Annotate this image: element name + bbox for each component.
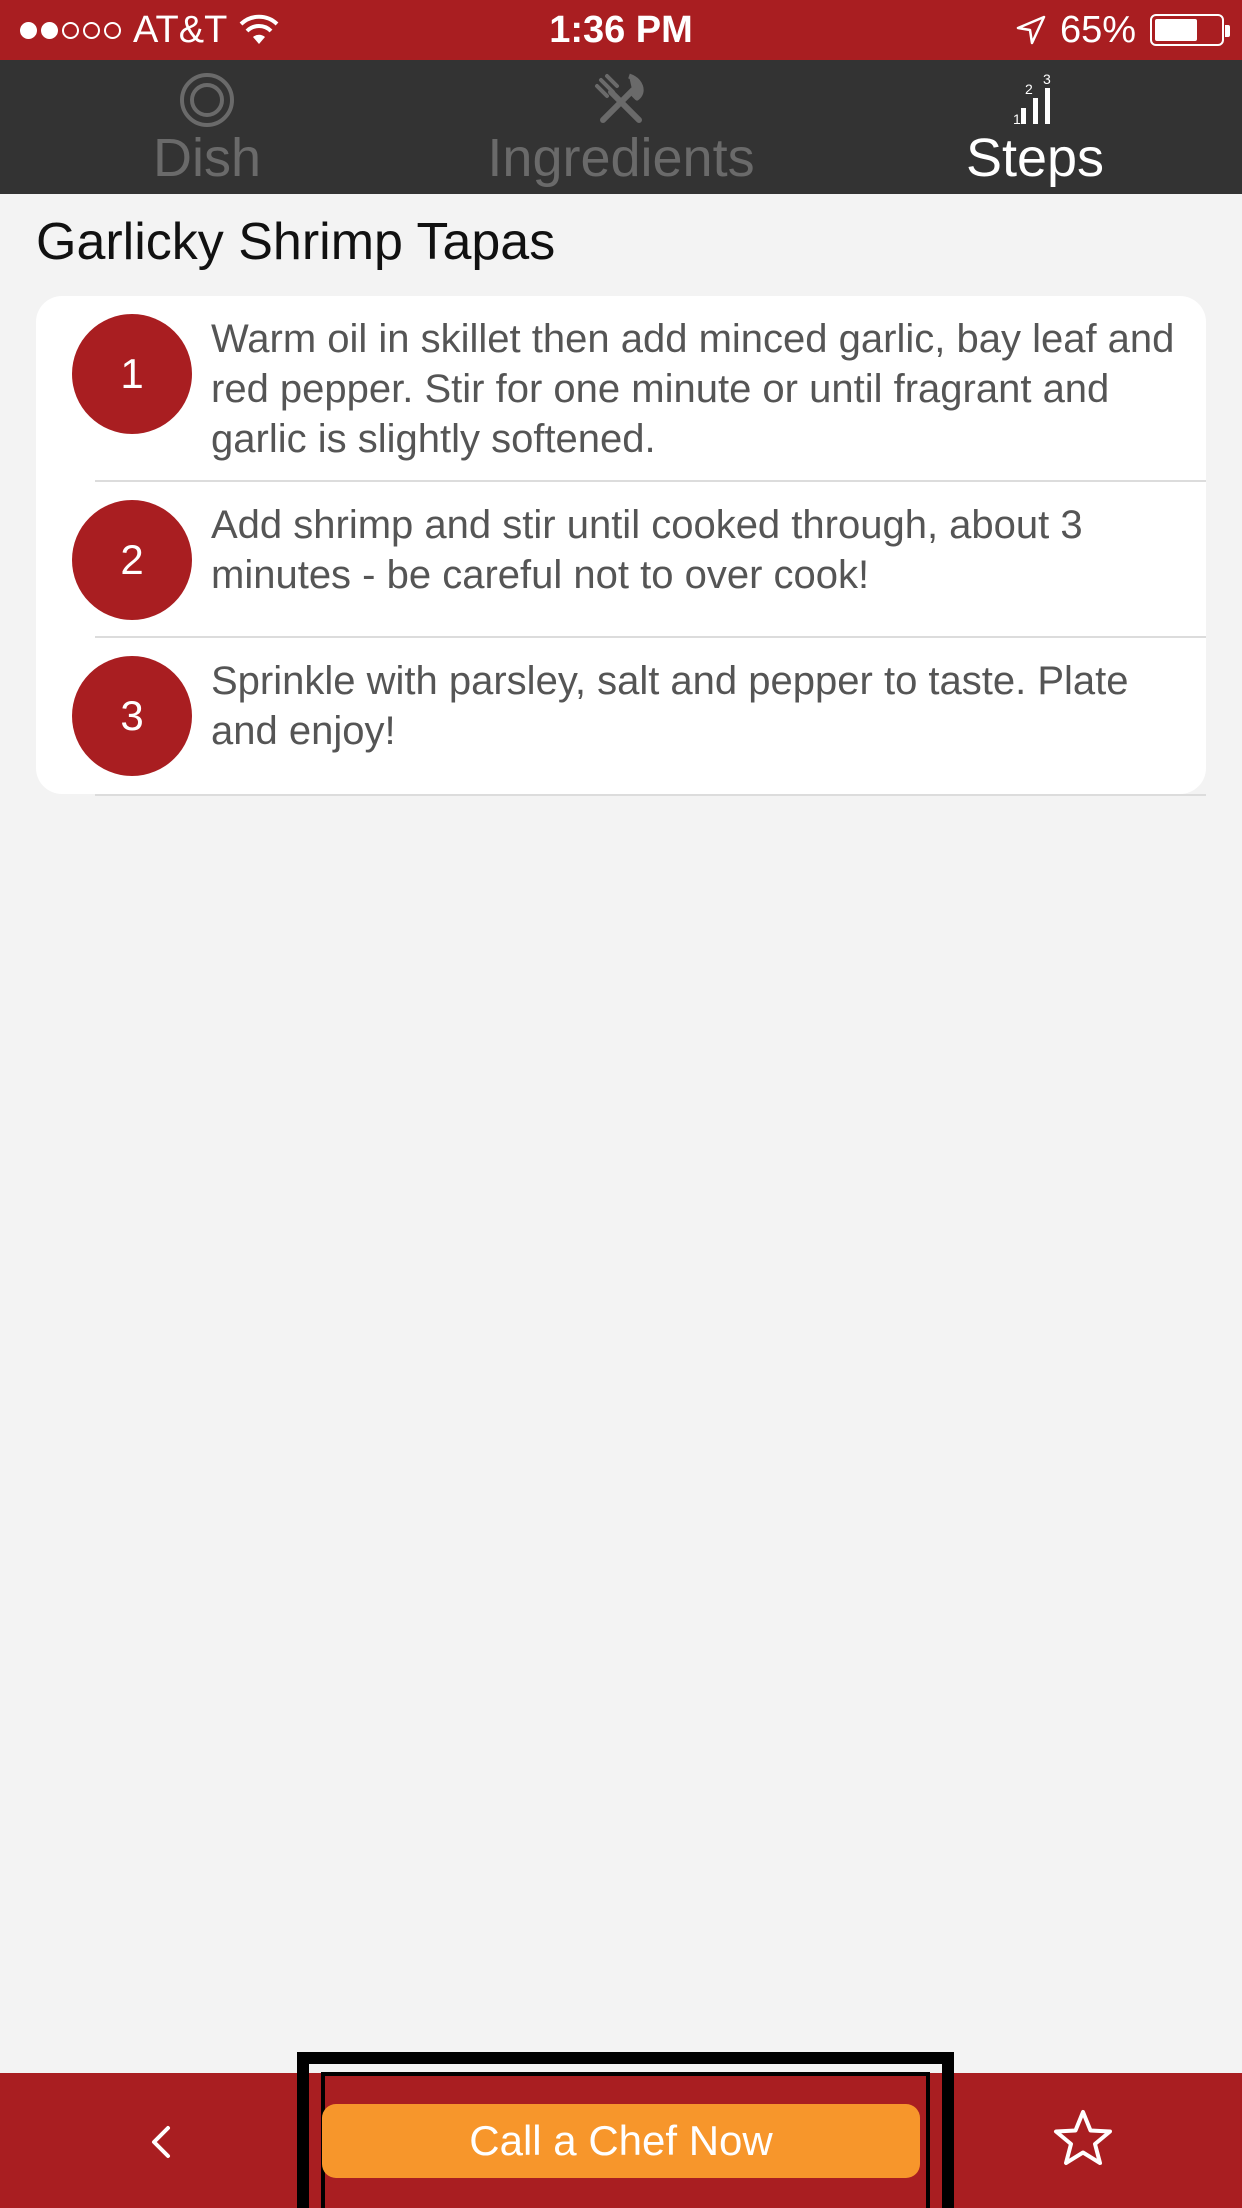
back-button[interactable]	[130, 2110, 194, 2174]
favorite-button[interactable]	[1052, 2108, 1114, 2170]
step-text: Warm oil in skillet then add minced garl…	[211, 317, 1175, 461]
step-number-badge: 1	[72, 314, 192, 434]
steps-icon-digit-2: 2	[1025, 81, 1033, 97]
step-text: Sprinkle with parsley, salt and pepper t…	[211, 659, 1129, 753]
tab-ingredients-label: Ingredients	[487, 128, 755, 188]
tab-steps-label: Steps	[965, 128, 1105, 188]
step-item: 1 Warm oil in skillet then add minced ga…	[36, 296, 1206, 482]
steps-icon-digit-1: 1	[1013, 111, 1021, 127]
status-bar: AT&T 1:36 PM 65%	[0, 0, 1242, 60]
battery-percent: 65%	[1059, 8, 1136, 51]
steps-list: 1 Warm oil in skillet then add minced ga…	[36, 296, 1206, 794]
step-text: Add shrimp and stir until cooked through…	[211, 503, 1083, 597]
divider	[95, 794, 1206, 796]
step-number-badge: 3	[72, 656, 192, 776]
steps-icon: 1 2 3	[1013, 72, 1051, 127]
tab-steps[interactable]: 1 2 3 Steps	[828, 60, 1242, 194]
plate-icon	[180, 73, 234, 127]
tab-ingredients[interactable]: Ingredients	[414, 60, 828, 194]
tab-dish-label: Dish	[152, 128, 262, 188]
location-arrow-icon	[1016, 15, 1046, 45]
call-chef-button[interactable]: Call a Chef Now	[322, 2104, 920, 2178]
battery-icon	[1150, 14, 1230, 46]
tab-bar: Dish Ingredients 1 2 3 Steps	[0, 60, 1242, 194]
step-item: 3 Sprinkle with parsley, salt and pepper…	[36, 638, 1206, 794]
star-icon	[1054, 2110, 1112, 2165]
step-number-badge: 2	[72, 500, 192, 620]
utensils-icon	[595, 73, 644, 123]
tab-dish[interactable]: Dish	[0, 60, 414, 194]
step-item: 2 Add shrimp and stir until cooked throu…	[36, 482, 1206, 638]
dish-title: Garlicky Shrimp Tapas	[36, 213, 556, 271]
steps-icon-digit-3: 3	[1043, 72, 1051, 87]
chevron-left-icon	[152, 2126, 170, 2158]
